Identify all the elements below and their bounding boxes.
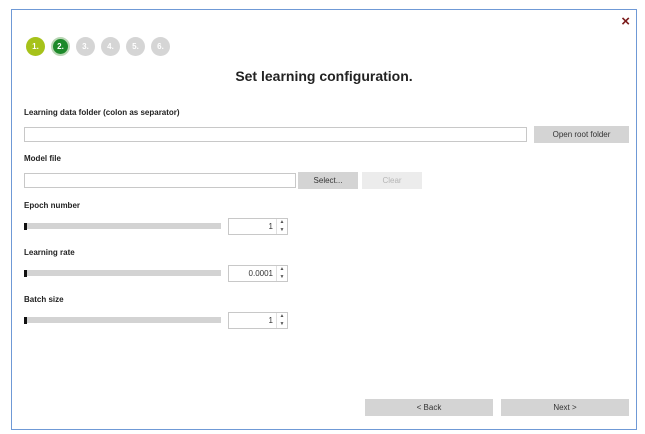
next-button[interactable]: Next > [501,399,629,416]
spin-down-icon[interactable]: ▼ [277,321,287,329]
step-1: 1. [26,37,45,56]
step-6: 6. [151,37,170,56]
model-file-input[interactable] [24,173,296,188]
open-root-folder-button[interactable]: Open root folder [534,126,629,143]
wizard-window: × 1. 2. 3. 4. 5. 6. Set learning configu… [11,9,637,430]
select-model-button[interactable]: Select... [298,172,358,189]
model-file-label: Model file [24,154,61,163]
spin-up-icon[interactable]: ▲ [277,219,287,227]
spin-up-icon[interactable]: ▲ [277,266,287,274]
spin-down-icon[interactable]: ▼ [277,274,287,282]
spin-down-icon[interactable]: ▼ [277,227,287,235]
step-indicator: 1. 2. 3. 4. 5. 6. [26,37,170,56]
learning-rate-spin-arrows[interactable]: ▲ ▼ [276,266,287,281]
step-3: 3. [76,37,95,56]
spin-up-icon[interactable]: ▲ [277,313,287,321]
epoch-spinbox[interactable]: 1 ▲ ▼ [228,218,288,235]
close-icon[interactable]: × [621,13,630,31]
epoch-spin-arrows[interactable]: ▲ ▼ [276,219,287,234]
learning-rate-slider-thumb[interactable] [24,270,27,277]
batch-size-value[interactable]: 1 [229,313,276,328]
batch-size-slider-thumb[interactable] [24,317,27,324]
learning-rate-value[interactable]: 0.0001 [229,266,276,281]
page-title: Set learning configuration. [235,68,413,84]
step-4: 4. [101,37,120,56]
batch-size-slider-track[interactable] [24,317,221,323]
learning-rate-slider-track[interactable] [24,270,221,276]
epoch-slider-thumb[interactable] [24,223,27,230]
epoch-value[interactable]: 1 [229,219,276,234]
step-2: 2. [51,37,70,56]
batch-size-label: Batch size [24,295,64,304]
epoch-label: Epoch number [24,201,81,210]
back-button[interactable]: < Back [365,399,493,416]
step-5: 5. [126,37,145,56]
batch-size-spin-arrows[interactable]: ▲ ▼ [276,313,287,328]
learning-rate-label: Learning rate [24,248,75,257]
clear-model-button[interactable]: Clear [362,172,422,189]
batch-size-spinbox[interactable]: 1 ▲ ▼ [228,312,288,329]
data-folder-label: Learning data folder (colon as separator… [24,108,180,117]
epoch-slider-track[interactable] [24,223,221,229]
learning-rate-spinbox[interactable]: 0.0001 ▲ ▼ [228,265,288,282]
data-folder-input[interactable] [24,127,527,142]
